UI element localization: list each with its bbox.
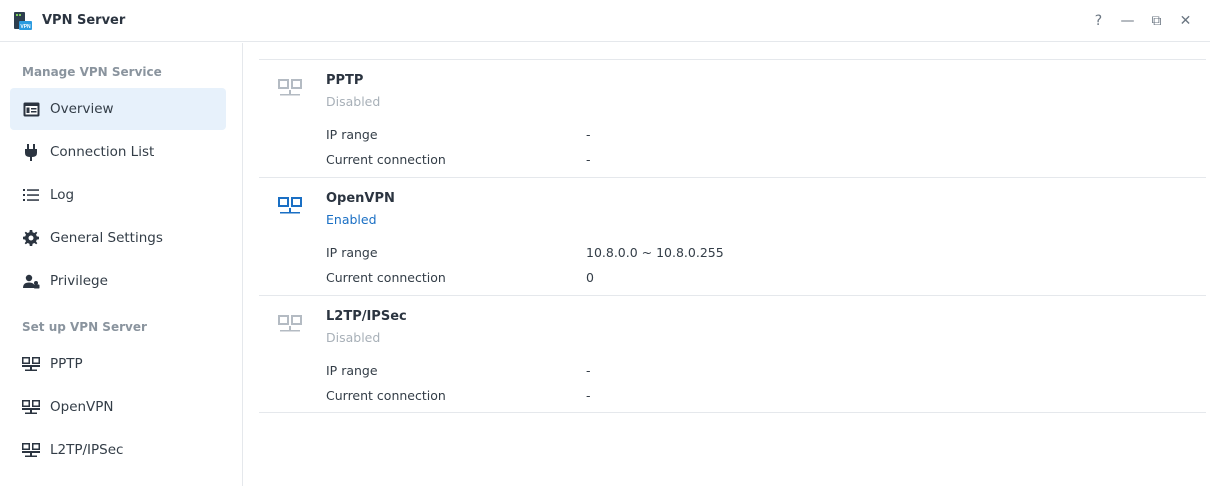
- minimize-icon: —: [1120, 13, 1135, 29]
- sidebar-item-privilege[interactable]: Privilege: [10, 260, 226, 302]
- sidebar-item-connection-list[interactable]: Connection List: [10, 131, 226, 173]
- current-connection-label: Current connection: [326, 388, 446, 403]
- sidebar-item-label: Log: [50, 187, 75, 203]
- sidebar-item-label: Connection List: [50, 144, 155, 160]
- sidebar-item-openvpn[interactable]: OpenVPN: [10, 386, 226, 428]
- service-overview-list: PPTP Disabled IP range - Current connect…: [259, 59, 1206, 413]
- title-bar: VPN VPN Server ? — ⧉ ✕: [0, 0, 1210, 42]
- sidebar-item-label: PPTP: [50, 356, 83, 372]
- sidebar-item-general-settings[interactable]: General Settings: [10, 217, 226, 259]
- current-connection-value: -: [586, 388, 591, 403]
- sidebar-item-l2tp-ipsec[interactable]: L2TP/IPSec: [10, 429, 226, 471]
- network-icon: [22, 398, 40, 416]
- sidebar-item-label: General Settings: [50, 230, 163, 246]
- ip-range-label: IP range: [326, 127, 378, 142]
- pptp-network-icon: [278, 79, 302, 96]
- help-button[interactable]: ?: [1084, 10, 1113, 32]
- sidebar-item-overview[interactable]: Overview: [10, 88, 226, 130]
- restore-button[interactable]: ⧉: [1142, 10, 1171, 32]
- service-card-l2tp-ipsec: L2TP/IPSec Disabled IP range - Current c…: [259, 295, 1206, 413]
- sidebar-item-label: Privilege: [50, 273, 108, 289]
- ip-range-label: IP range: [326, 245, 378, 260]
- l2tp-network-icon: [278, 315, 302, 332]
- network-icon: [22, 441, 40, 459]
- minimize-button[interactable]: —: [1113, 10, 1142, 32]
- window-title: VPN Server: [42, 13, 126, 28]
- sidebar: Manage VPN Service Overview Connection L…: [0, 43, 243, 486]
- sidebar-item-pptp[interactable]: PPTP: [10, 343, 226, 385]
- close-button[interactable]: ✕: [1171, 10, 1200, 32]
- service-status: Disabled: [326, 94, 381, 109]
- current-connection-label: Current connection: [326, 152, 446, 167]
- current-connection-label: Current connection: [326, 270, 446, 285]
- service-name: L2TP/IPSec: [326, 309, 407, 324]
- close-icon: ✕: [1179, 13, 1192, 29]
- vpn-app-icon: VPN: [14, 12, 32, 30]
- svg-text:VPN: VPN: [20, 24, 31, 30]
- network-icon: [22, 355, 40, 373]
- ip-range-value: -: [586, 127, 591, 142]
- service-name: PPTP: [326, 73, 364, 88]
- sidebar-item-label: OpenVPN: [50, 399, 114, 415]
- overview-icon: [22, 100, 40, 118]
- users-icon: [22, 272, 40, 290]
- section-title-setup: Set up VPN Server: [22, 320, 147, 334]
- current-connection-value: -: [586, 152, 591, 167]
- section-title-manage: Manage VPN Service: [22, 65, 162, 79]
- service-card-pptp: PPTP Disabled IP range - Current connect…: [259, 59, 1206, 177]
- service-status: Disabled: [326, 330, 381, 345]
- ip-range-label: IP range: [326, 363, 378, 378]
- sidebar-item-log[interactable]: Log: [10, 174, 226, 216]
- service-name: OpenVPN: [326, 191, 395, 206]
- help-icon: ?: [1094, 13, 1103, 29]
- ip-range-value: -: [586, 363, 591, 378]
- sidebar-item-label: L2TP/IPSec: [50, 442, 124, 458]
- list-icon: [22, 186, 40, 204]
- gear-icon: [22, 229, 40, 247]
- plug-icon: [22, 143, 40, 161]
- window-controls: ? — ⧉ ✕: [1084, 10, 1200, 32]
- ip-range-value: 10.8.0.0 ~ 10.8.0.255: [586, 245, 724, 260]
- openvpn-network-icon: [278, 197, 302, 214]
- service-card-openvpn: OpenVPN Enabled IP range 10.8.0.0 ~ 10.8…: [259, 177, 1206, 295]
- sidebar-item-label: Overview: [50, 101, 114, 117]
- service-status: Enabled: [326, 212, 377, 227]
- restore-icon: ⧉: [1151, 13, 1162, 29]
- current-connection-value: 0: [586, 270, 594, 285]
